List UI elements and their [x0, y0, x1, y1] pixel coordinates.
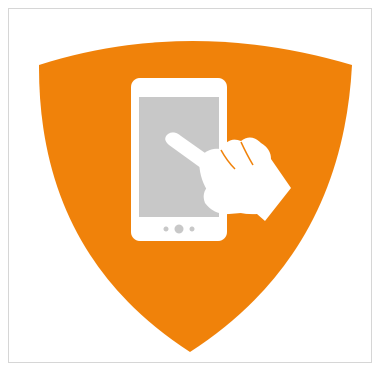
mobile-touch-shield-icon	[38, 41, 352, 352]
phone-dot-left	[163, 226, 169, 232]
phone-home-button	[174, 224, 184, 234]
icon-frame	[8, 8, 372, 363]
phone-dot-right	[189, 226, 195, 232]
